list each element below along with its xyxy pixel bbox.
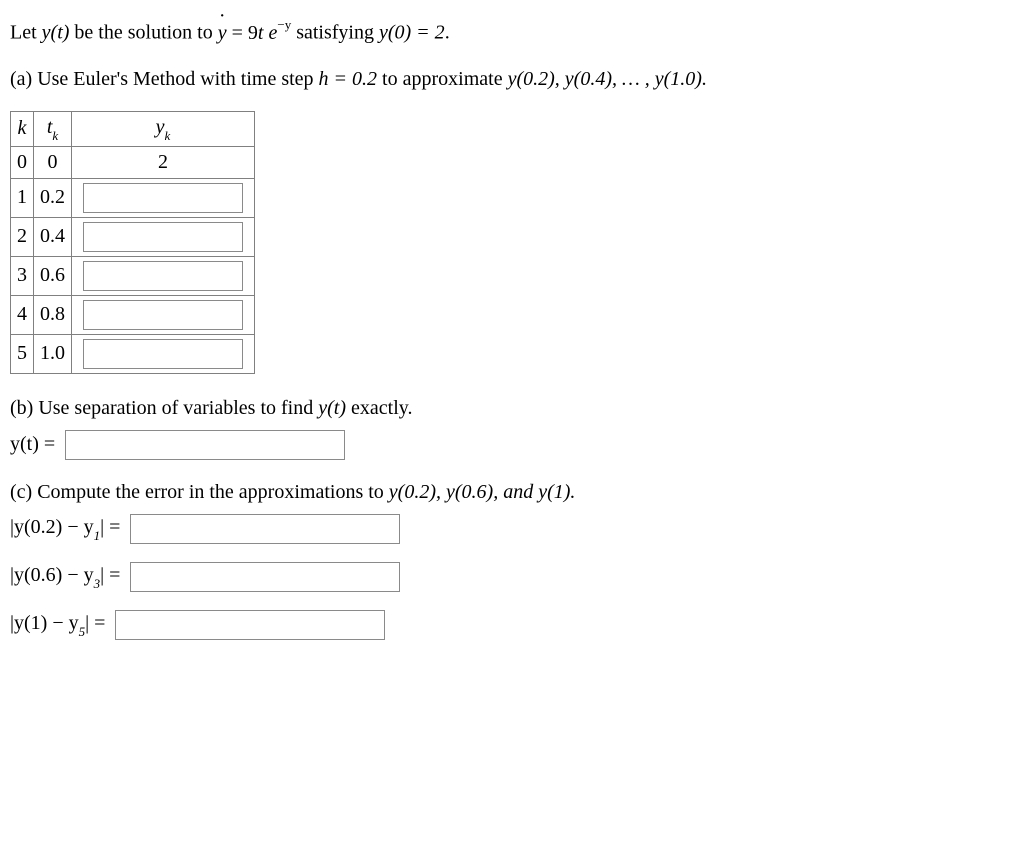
- part-b-label: (b) Use separation of variables to find: [10, 397, 318, 419]
- yk-input-4[interactable]: [83, 300, 243, 330]
- table-row: 5 1.0: [11, 334, 255, 373]
- euler-table: k tk yk 0 0 2 1 0.2 2 0.4 3 0.6 4 0.8 5 …: [10, 111, 255, 374]
- cell-tk: 0: [34, 146, 72, 178]
- part-a-mid: to approximate: [382, 68, 508, 90]
- part-a-label: (a) Use Euler's Method with time step: [10, 68, 319, 90]
- table-row: 2 0.4: [11, 217, 255, 256]
- cell-tk: 0.8: [34, 295, 72, 334]
- col-k: k: [11, 111, 34, 146]
- cell-k: 0: [11, 146, 34, 178]
- yt-exact-input[interactable]: [65, 430, 345, 460]
- error-eq-3: =: [89, 612, 105, 634]
- initial-condition: y(0) = 2: [379, 22, 445, 44]
- cell-k: 4: [11, 295, 34, 334]
- error-eq-2: =: [104, 564, 120, 586]
- error-input-2[interactable]: [130, 562, 400, 592]
- intro-end: .: [445, 22, 450, 44]
- error-lhs-2-sub: 3: [94, 576, 101, 591]
- part-b-answer-row: y(t) =: [10, 430, 1014, 460]
- table-row: 4 0.8: [11, 295, 255, 334]
- col-tk-sub: k: [52, 128, 58, 143]
- problem-intro: Let y(t) be the solution to y = 9t e−y s…: [10, 18, 1014, 47]
- error-row-1: y(0.2) − y1 =: [10, 514, 1014, 544]
- intro-yt: y(t): [42, 22, 70, 44]
- part-c-label: (c) Compute the error in the approximati…: [10, 481, 389, 503]
- part-a-targets: y(0.2), y(0.4), … , y(1.0).: [508, 68, 707, 90]
- cell-tk: 0.6: [34, 256, 72, 295]
- part-b-lhs: y(t) =: [10, 433, 55, 456]
- intro-text: Let: [10, 22, 42, 44]
- part-b-prompt: (b) Use separation of variables to find …: [10, 394, 1014, 422]
- table-row: 3 0.6: [11, 256, 255, 295]
- intro-text-mid2: satisfying: [296, 22, 379, 44]
- cell-tk: 0.2: [34, 178, 72, 217]
- cell-tk: 0.4: [34, 217, 72, 256]
- part-c-targets: y(0.2), y(0.6), and y(1).: [389, 481, 576, 503]
- error-row-3: y(1) − y5 =: [10, 610, 1014, 640]
- error-input-3[interactable]: [115, 610, 385, 640]
- cell-k: 3: [11, 256, 34, 295]
- part-c-prompt: (c) Compute the error in the approximati…: [10, 478, 1014, 506]
- cell-k: 5: [11, 334, 34, 373]
- col-yk: yk: [72, 111, 255, 146]
- error-lhs-3-text: y(1) − y: [14, 612, 79, 634]
- cell-yk-static: 2: [72, 146, 255, 178]
- yk-input-1[interactable]: [83, 183, 243, 213]
- error-input-1[interactable]: [130, 514, 400, 544]
- col-tk: tk: [34, 111, 72, 146]
- part-b-yt: y(t): [318, 397, 346, 419]
- ode-exponent: −y: [277, 17, 291, 32]
- error-lhs-2: y(0.6) − y3 =: [10, 564, 120, 590]
- cell-tk: 1.0: [34, 334, 72, 373]
- error-lhs-1-text: y(0.2) − y: [14, 516, 94, 538]
- yk-input-3[interactable]: [83, 261, 243, 291]
- table-row: 0 0 2: [11, 146, 255, 178]
- col-yk-sub: k: [165, 128, 171, 143]
- cell-k: 1: [11, 178, 34, 217]
- error-lhs-3-sub: 5: [79, 624, 86, 639]
- col-yk-sym: y: [156, 116, 165, 138]
- error-lhs-2-text: y(0.6) − y: [14, 564, 94, 586]
- table-row: 1 0.2: [11, 178, 255, 217]
- error-eq-1: =: [104, 516, 120, 538]
- part-b-post: exactly.: [351, 397, 412, 419]
- error-lhs-3: y(1) − y5 =: [10, 612, 105, 638]
- error-lhs-1-sub: 1: [94, 528, 101, 543]
- error-lhs-1: y(0.2) − y1 =: [10, 516, 120, 542]
- cell-k: 2: [11, 217, 34, 256]
- intro-text-mid1: be the solution to: [74, 22, 217, 44]
- part-a-prompt: (a) Use Euler's Method with time step h …: [10, 65, 1014, 93]
- part-a-h: h = 0.2: [319, 68, 378, 90]
- error-row-2: y(0.6) − y3 =: [10, 562, 1014, 592]
- yk-input-5[interactable]: [83, 339, 243, 369]
- ode: y = 9t e−y: [218, 22, 296, 44]
- yk-input-2[interactable]: [83, 222, 243, 252]
